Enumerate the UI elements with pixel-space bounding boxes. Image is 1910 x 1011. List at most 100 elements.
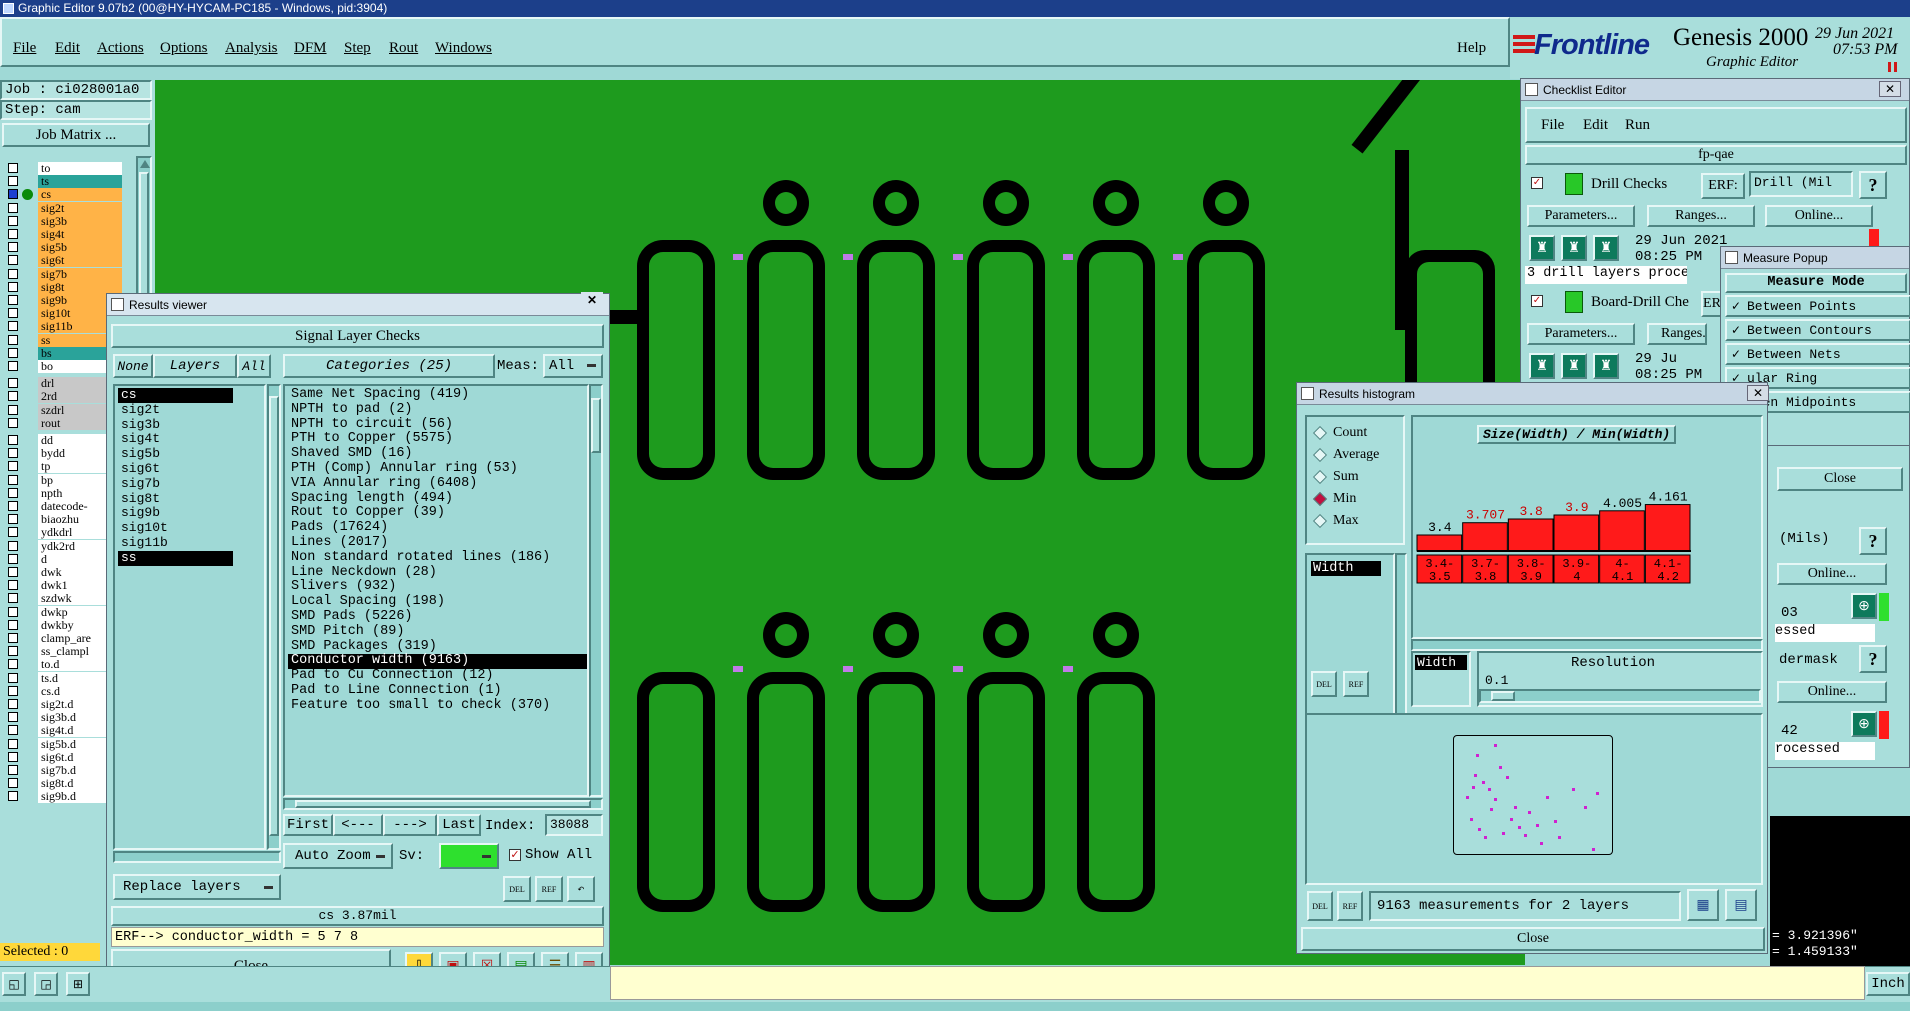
layer-affected-radio[interactable] (22, 791, 33, 802)
violation-marker[interactable] (843, 666, 853, 672)
layer-row[interactable]: datecode- (4, 500, 122, 513)
layer-checkbox[interactable] (8, 751, 18, 762)
menu-help[interactable]: Help (1457, 40, 1486, 57)
category-item[interactable]: Non standard rotated lines (186) (288, 550, 587, 566)
scroll-thumb[interactable] (295, 800, 591, 808)
layer-checkbox[interactable] (8, 347, 18, 358)
layer-affected-radio[interactable] (22, 765, 33, 776)
online-button[interactable]: Online... (1765, 205, 1873, 227)
violation-marker[interactable] (1173, 254, 1183, 260)
job-matrix-button[interactable]: Job Matrix ... (2, 123, 150, 147)
category-item[interactable]: Local Spacing (198) (288, 594, 587, 610)
layer-affected-radio[interactable] (22, 712, 33, 723)
layer-affected-radio[interactable] (22, 448, 33, 459)
layer-row[interactable]: bs (4, 346, 122, 360)
layer-checkbox[interactable] (8, 527, 18, 538)
violation-marker[interactable] (1063, 254, 1073, 260)
layer-row[interactable]: ss_clampl (4, 645, 122, 659)
layer-row[interactable]: dwk (4, 566, 122, 579)
category-item[interactable]: SMD Pads (5226) (288, 609, 587, 625)
category-item[interactable]: SMD Pitch (89) (288, 624, 587, 640)
close-icon[interactable]: ✕ (1879, 81, 1901, 97)
layer-row[interactable]: d (4, 552, 122, 566)
category-item[interactable]: NPTH to pad (2) (288, 402, 587, 418)
layer-affected-radio[interactable] (22, 378, 33, 389)
layer-row[interactable]: dwkby (4, 618, 122, 632)
erf-label-button[interactable]: ERF: (1701, 173, 1745, 199)
category-item[interactable]: Conductor width (9163) (288, 654, 587, 670)
layer-checkbox[interactable] (8, 725, 18, 736)
close-icon[interactable]: ✕ (581, 292, 603, 308)
layer-checkbox[interactable] (8, 778, 18, 789)
category-item[interactable]: SMD Packages (319) (288, 639, 587, 655)
scroll-thumb[interactable] (591, 398, 601, 453)
layer-checkbox[interactable] (8, 474, 18, 485)
layer-affected-radio[interactable] (22, 752, 33, 763)
layer-row[interactable]: tp (4, 460, 122, 474)
layer-affected-radio[interactable] (22, 699, 33, 710)
menu-edit[interactable]: Edit (55, 40, 80, 57)
layer-checkbox[interactable] (8, 514, 18, 525)
layer-affected-radio[interactable] (22, 391, 33, 402)
layer-checkbox[interactable] (8, 487, 18, 498)
layer-row[interactable]: sig3b.d (4, 711, 122, 725)
layer-checkbox[interactable] (8, 633, 18, 643)
layer-row[interactable]: sig11b (4, 320, 122, 334)
run-check-icon[interactable]: ♜ (1529, 353, 1555, 379)
check-row-drill-checkbox[interactable]: ✓ (1531, 177, 1543, 189)
layers-button[interactable]: Layers (153, 354, 237, 378)
layer-row[interactable]: sig8t.d (4, 777, 122, 791)
category-item[interactable]: PTH to Copper (5575) (288, 432, 587, 447)
layer-affected-radio[interactable] (22, 348, 33, 359)
layer-affected-radio[interactable] (22, 725, 33, 736)
layer-checkbox[interactable] (8, 646, 18, 657)
checklist-menu-file[interactable]: File (1541, 117, 1564, 134)
chart-icon[interactable]: ▤ (1725, 889, 1757, 921)
violation-marker[interactable] (733, 254, 743, 260)
violation-marker[interactable] (1063, 666, 1073, 672)
first-button[interactable]: First (283, 814, 333, 836)
category-item[interactable]: VIA Annular ring (6408) (288, 476, 587, 492)
layer-affected-radio[interactable] (22, 269, 33, 280)
histogram-bar[interactable] (1644, 504, 1691, 552)
layer-checkbox[interactable] (8, 553, 18, 564)
layer-checkbox[interactable] (8, 242, 18, 253)
replace-layers-dropdown[interactable]: Replace layers (113, 874, 281, 900)
radio-icon[interactable] (1312, 425, 1328, 441)
layer-row[interactable]: sig3b (4, 214, 122, 228)
layer-checkbox[interactable] (8, 334, 18, 345)
category-item[interactable]: Spacing length (494) (288, 491, 587, 507)
layer-row[interactable]: 2rd (4, 390, 122, 404)
category-item[interactable]: Line Neckdown (28) (288, 565, 587, 581)
run-check-icon[interactable]: ♜ (1593, 353, 1619, 379)
mode-radio-max[interactable]: Max (1307, 511, 1403, 531)
mode-radio-min[interactable]: Min (1307, 489, 1403, 509)
layer-checkbox[interactable] (8, 501, 18, 511)
mode-radio-sum[interactable]: Sum (1307, 467, 1403, 487)
layer-checkbox[interactable] (8, 765, 18, 775)
mode-radio-average[interactable]: Average (1307, 445, 1403, 465)
layer-checkbox[interactable] (8, 435, 18, 445)
layer-row[interactable]: sig10t (4, 307, 122, 321)
layer-checkbox[interactable] (8, 659, 18, 670)
result-layer-item[interactable]: sig3b (118, 417, 233, 433)
radio-icon[interactable] (1312, 469, 1328, 485)
layer-affected-radio[interactable] (22, 475, 33, 486)
layer-affected-radio[interactable] (22, 405, 33, 416)
layer-affected-radio[interactable] (22, 593, 33, 604)
hist-ref-icon[interactable]: REF (1343, 671, 1369, 697)
layer-row[interactable]: sig4t (4, 228, 122, 241)
ref-icon[interactable]: REF (535, 876, 563, 902)
layer-checkbox[interactable] (8, 163, 18, 173)
zoom-check-icon[interactable]: ⊕ (1851, 711, 1877, 737)
ranges-button[interactable]: Ranges... (1647, 205, 1755, 227)
index-input[interactable]: 38088 (545, 814, 603, 836)
attribute-scrollbar[interactable] (1395, 553, 1407, 723)
run-check-icon[interactable]: ♜ (1593, 235, 1619, 261)
layer-row[interactable]: clamp_are (4, 632, 122, 645)
chart-hscroll[interactable] (1411, 639, 1763, 651)
layer-affected-radio[interactable] (22, 501, 33, 512)
measure-mode-item[interactable]: ✓ Between Points (1725, 295, 1910, 317)
layer-affected-radio[interactable] (22, 461, 33, 472)
scroll-up-arrow[interactable] (140, 160, 150, 168)
